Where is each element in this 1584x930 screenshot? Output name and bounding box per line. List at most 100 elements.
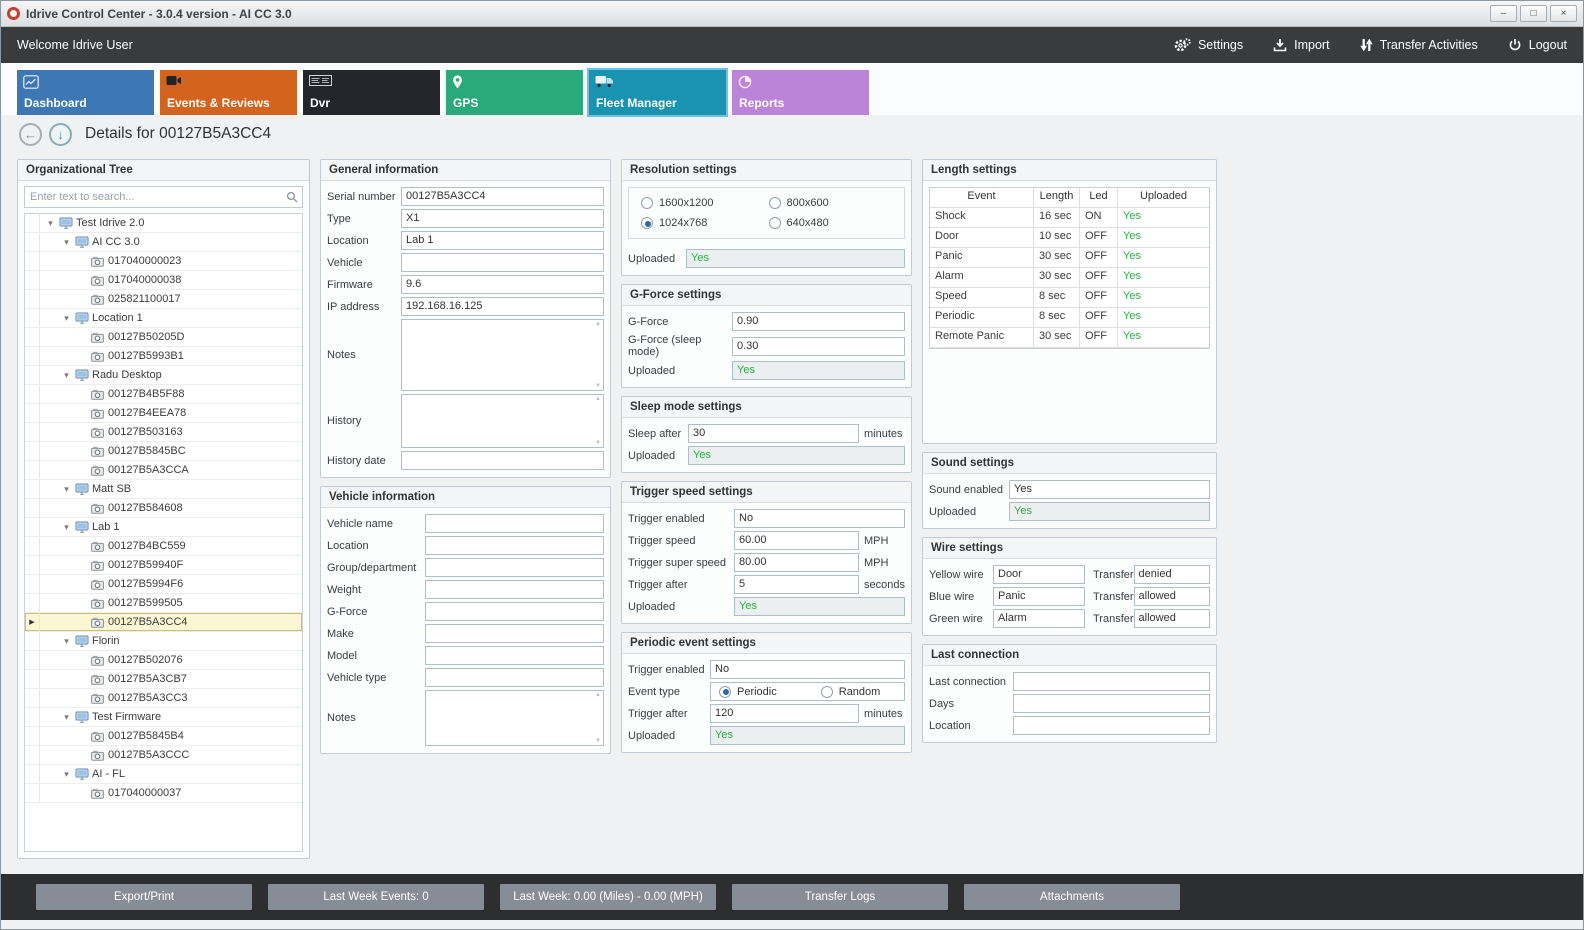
field-input[interactable]: Yes	[732, 361, 905, 380]
wire-event-input[interactable]: Alarm	[993, 609, 1085, 628]
tab-reports[interactable]: Reports	[732, 70, 869, 115]
radio-option[interactable]: 1600x1200	[641, 197, 765, 209]
table-row[interactable]: Alarm 30 sec OFF Yes	[930, 268, 1209, 288]
field-input[interactable]: 9.6	[401, 275, 604, 294]
field-input[interactable]: 00127B5A3CC4	[401, 187, 604, 206]
field-input[interactable]	[425, 558, 604, 577]
field-input[interactable]: Yes	[710, 726, 905, 745]
tree-item-florin[interactable]: ▾ Florin	[25, 632, 302, 651]
field-input[interactable]	[425, 536, 604, 555]
wire-transfer-input[interactable]: allowed	[1134, 587, 1210, 606]
tree-item-00127b59940f[interactable]: 00127B59940F	[25, 556, 302, 575]
table-row[interactable]: Shock 16 sec ON Yes	[930, 208, 1209, 228]
field-input[interactable]: 5	[734, 575, 859, 594]
bottom-button-transfer-logs[interactable]: Transfer Logs	[732, 884, 948, 910]
tree-item-017040000023[interactable]: 017040000023	[25, 252, 302, 271]
action-logout[interactable]: Logout	[1508, 38, 1567, 52]
field-input[interactable]	[401, 253, 604, 272]
tab-fleet-manager[interactable]: Fleet Manager	[589, 70, 726, 115]
tree-item-matt-sb[interactable]: ▾ Matt SB	[25, 480, 302, 499]
tree-item-lab-1[interactable]: ▾ Lab 1	[25, 518, 302, 537]
tree-item-00127b5845bc[interactable]: 00127B5845BC	[25, 442, 302, 461]
tree-item-ai-cc-3-0[interactable]: ▾ AI CC 3.0	[25, 233, 302, 252]
bottom-button-last-week-0-00-miles-0-00-mph[interactable]: Last Week: 0.00 (Miles) - 0.00 (MPH)	[500, 884, 716, 910]
field-input[interactable]: Yes	[734, 597, 905, 616]
expander-icon[interactable]: ▾	[60, 484, 73, 495]
tree-item-00127b584608[interactable]: 00127B584608	[25, 499, 302, 518]
tree-item-radu-desktop[interactable]: ▾ Radu Desktop	[25, 366, 302, 385]
tree-item-00127b5994f6[interactable]: 00127B5994F6	[25, 575, 302, 594]
radio-option[interactable]: Random	[821, 686, 881, 698]
field-input[interactable]: Lab 1	[401, 231, 604, 250]
field-input[interactable]: 60.00	[734, 531, 859, 550]
minimize-button[interactable]: –	[1490, 5, 1517, 22]
tree-item-00127b5a3ccc[interactable]: 00127B5A3CCC	[25, 746, 302, 765]
action-import[interactable]: Import	[1273, 38, 1329, 52]
tree-item-00127b5993b1[interactable]: 00127B5993B1	[25, 347, 302, 366]
tree-item-ai-fl[interactable]: ▾ AI - FL	[25, 765, 302, 784]
field-input[interactable]	[425, 580, 604, 599]
tab-gps[interactable]: GPS	[446, 70, 583, 115]
wire-transfer-input[interactable]: allowed	[1134, 609, 1210, 628]
wire-event-input[interactable]: Door	[993, 565, 1085, 584]
tab-dashboard[interactable]: Dashboard	[17, 70, 154, 115]
tree-item-00127b5845b4[interactable]: 00127B5845B4	[25, 727, 302, 746]
bottom-button-last-week-events-0[interactable]: Last Week Events: 0	[268, 884, 484, 910]
tree-item-00127b5a3cc3[interactable]: 00127B5A3CC3	[25, 689, 302, 708]
search-icon[interactable]	[286, 191, 298, 206]
radio-option[interactable]: Periodic	[719, 686, 777, 698]
tree-item-00127b50205d[interactable]: 00127B50205D	[25, 328, 302, 347]
tree-item-00127b5a3cb7[interactable]: 00127B5A3CB7	[25, 670, 302, 689]
field-input[interactable]: Yes	[686, 249, 905, 268]
scroll-down-button[interactable]: ↓	[49, 123, 72, 146]
field-input[interactable]	[1013, 672, 1210, 691]
tree-item-017040000037[interactable]: 017040000037	[25, 784, 302, 803]
radio-option[interactable]: 640x480	[769, 217, 893, 229]
field-input[interactable]: 80.00	[734, 553, 859, 572]
table-row[interactable]: Remote Panic 30 sec OFF Yes	[930, 328, 1209, 348]
tree-item-00127b4bc559[interactable]: 00127B4BC559	[25, 537, 302, 556]
expander-icon[interactable]: ▾	[60, 522, 73, 533]
expander-icon[interactable]: ▾	[60, 313, 73, 324]
tree-item-location-1[interactable]: ▾ Location 1	[25, 309, 302, 328]
field-input[interactable]: Yes	[688, 446, 905, 465]
expander-icon[interactable]: ▾	[60, 370, 73, 381]
expander-icon[interactable]: ▾	[60, 237, 73, 248]
wire-transfer-input[interactable]: denied	[1134, 565, 1210, 584]
field-input[interactable]: 0.90	[732, 312, 905, 331]
field-input[interactable]	[401, 451, 604, 470]
field-input[interactable]: Yes	[1009, 480, 1210, 499]
action-settings[interactable]: Settings	[1174, 38, 1243, 53]
field-input[interactable]: 120	[710, 704, 859, 723]
tab-events[interactable]: Events & Reviews	[160, 70, 297, 115]
expander-icon[interactable]: ▾	[60, 769, 73, 780]
tree-item-00127b502076[interactable]: 00127B502076	[25, 651, 302, 670]
field-input[interactable]	[425, 690, 604, 746]
field-input[interactable]	[425, 624, 604, 643]
expander-icon[interactable]: ▾	[60, 712, 73, 723]
search-input[interactable]	[24, 186, 303, 208]
field-input[interactable]: Periodic Random	[710, 682, 905, 701]
wire-event-input[interactable]: Panic	[993, 587, 1085, 606]
field-input[interactable]	[425, 646, 604, 665]
action-transfer-activities[interactable]: Transfer Activities	[1360, 38, 1478, 52]
field-input[interactable]: 30	[688, 424, 859, 443]
radio-option[interactable]: 800x600	[769, 197, 893, 209]
expander-icon[interactable]: ▾	[60, 636, 73, 647]
close-button[interactable]: ×	[1550, 5, 1577, 22]
tree-item-00127b5a3cc4[interactable]: ▶ 00127B5A3CC4	[25, 613, 302, 632]
table-row[interactable]: Periodic 8 sec OFF Yes	[930, 308, 1209, 328]
field-input[interactable]	[425, 668, 604, 687]
field-input[interactable]: 0.30	[732, 337, 905, 356]
field-input[interactable]	[401, 319, 604, 391]
tab-dvr[interactable]: Dvr	[303, 70, 440, 115]
table-row[interactable]: Door 10 sec OFF Yes	[930, 228, 1209, 248]
tree-item-00127b503163[interactable]: 00127B503163	[25, 423, 302, 442]
tree-item-017040000038[interactable]: 017040000038	[25, 271, 302, 290]
field-input[interactable]	[401, 394, 604, 448]
table-row[interactable]: Panic 30 sec OFF Yes	[930, 248, 1209, 268]
field-input[interactable]: 192.168.16.125	[401, 297, 604, 316]
field-input[interactable]	[1013, 716, 1210, 735]
maximize-button[interactable]: □	[1520, 5, 1547, 22]
field-input[interactable]: No	[734, 509, 905, 528]
